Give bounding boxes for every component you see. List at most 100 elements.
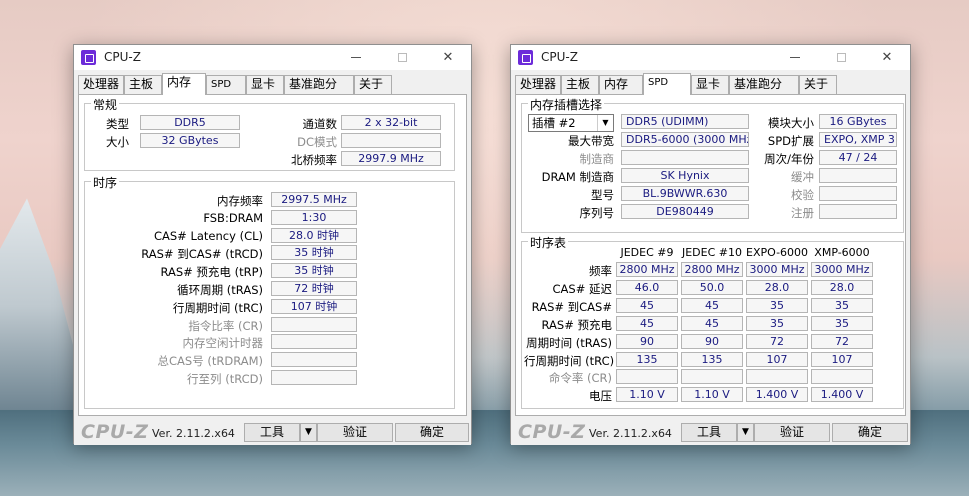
tab-mainboard[interactable]: 主板 bbox=[124, 75, 162, 94]
tab-spd[interactable]: SPD bbox=[206, 75, 246, 94]
tab-graphics[interactable]: 显卡 bbox=[691, 75, 729, 94]
tab-cpu[interactable]: 处理器 bbox=[515, 75, 561, 94]
slot-group: 内存插槽选择 插槽 #2 ▼ DDR5 (UDIMM) 最大带宽 DDR5-60… bbox=[521, 96, 904, 233]
timings-heading: 时序 bbox=[91, 174, 120, 191]
timing-label: 循环周期 (tRAS) bbox=[177, 283, 263, 297]
timing-cell: 107 bbox=[746, 351, 808, 367]
module-type-value: DDR5 (UDIMM) bbox=[621, 114, 749, 129]
tab-bench[interactable]: 基准跑分 bbox=[729, 75, 799, 94]
ok-button[interactable]: 确定 bbox=[395, 423, 469, 442]
close-button[interactable]: ✕ bbox=[425, 45, 471, 70]
validate-button[interactable]: 验证 bbox=[317, 423, 393, 442]
timing-column-header: JEDEC #10 bbox=[681, 246, 742, 259]
nb-freq-label: 北桥频率 bbox=[291, 153, 337, 167]
timing-cell: 35 bbox=[811, 315, 873, 331]
timing-value: 35 时钟 bbox=[271, 245, 357, 261]
timing-label: 内存空闲计时器 bbox=[182, 336, 264, 351]
dropdown-arrow-icon: ▼ bbox=[305, 427, 312, 437]
timing-cell: 35 bbox=[746, 297, 808, 313]
timing-cell: 1.400 V bbox=[811, 387, 873, 403]
close-icon: ✕ bbox=[442, 50, 454, 65]
tab-memory[interactable]: 内存 bbox=[162, 73, 206, 95]
tools-button[interactable]: 工具 bbox=[244, 423, 300, 442]
cpuz-logo: CPU-Z bbox=[81, 421, 149, 443]
manufacturer-label: 制造商 bbox=[579, 152, 615, 166]
tools-dropdown-button[interactable]: ▼ bbox=[300, 423, 317, 442]
timing-cell: 3000 MHz bbox=[811, 262, 873, 277]
timing-column-header: EXPO-6000 bbox=[746, 246, 809, 259]
bottom-bar: CPU-Z Ver. 2.11.2.x64 工具 ▼ 验证 确定 bbox=[74, 419, 471, 445]
timing-cell: 72 bbox=[746, 333, 808, 349]
timing-column-header: JEDEC #9 bbox=[620, 246, 674, 259]
validate-button[interactable]: 验证 bbox=[754, 423, 830, 442]
tools-button[interactable]: 工具 bbox=[681, 423, 737, 442]
title-bar[interactable]: CPU-Z ✕ bbox=[74, 45, 471, 70]
max-bandwidth-value: DDR5-6000 (3000 MHz) bbox=[621, 132, 749, 147]
cpuz-logo: CPU-Z bbox=[518, 421, 586, 443]
timing-row-label: 电压 bbox=[589, 389, 612, 404]
general-heading: 常规 bbox=[91, 96, 120, 113]
timing-label: 指令比率 (CR) bbox=[188, 318, 263, 333]
week-year-label: 周次/年份 bbox=[764, 152, 814, 166]
timing-cell: 2800 MHz bbox=[681, 262, 743, 277]
channels-label: 通道数 bbox=[302, 117, 338, 131]
timing-cell bbox=[746, 369, 808, 385]
tab-memory[interactable]: 内存 bbox=[599, 75, 643, 94]
window-title: CPU-Z bbox=[541, 50, 578, 64]
timing-cell bbox=[616, 369, 678, 385]
window-title: CPU-Z bbox=[104, 50, 141, 64]
maximize-button bbox=[379, 45, 425, 70]
close-button[interactable]: ✕ bbox=[864, 45, 910, 70]
timing-cell: 45 bbox=[681, 315, 743, 331]
slot-heading: 内存插槽选择 bbox=[528, 96, 605, 113]
timing-cell: 72 bbox=[811, 333, 873, 349]
minimize-button[interactable] bbox=[333, 45, 379, 70]
maximize-icon bbox=[836, 53, 846, 62]
size-label: 大小 bbox=[106, 135, 129, 149]
title-bar[interactable]: CPU-Z ✕ bbox=[511, 45, 910, 70]
registered-value bbox=[819, 204, 897, 219]
maximize-icon bbox=[397, 53, 407, 62]
tools-dropdown-button[interactable]: ▼ bbox=[737, 423, 754, 442]
timing-cell: 28.0 bbox=[746, 279, 808, 295]
cpuz-app-icon bbox=[518, 50, 533, 65]
timing-value: 35 时钟 bbox=[271, 263, 357, 279]
tab-bench[interactable]: 基准跑分 bbox=[284, 75, 354, 94]
timing-column-header: XMP-6000 bbox=[814, 246, 870, 259]
serial-value: DE980449 bbox=[621, 204, 749, 219]
timing-value: 2997.5 MHz bbox=[271, 192, 357, 207]
cpuz-window-spd[interactable]: CPU-Z ✕ 处理器 主板 内存 SPD 显卡 基准跑分 关于 内存插槽选择 … bbox=[510, 44, 911, 445]
timing-cell: 90 bbox=[681, 333, 743, 349]
timing-row-label: RAS# 到CAS# bbox=[531, 299, 612, 314]
cpuz-window-memory[interactable]: CPU-Z ✕ 处理器 主板 内存 SPD 显卡 基准跑分 关于 常规 类型 D… bbox=[73, 44, 472, 445]
tab-spd[interactable]: SPD bbox=[643, 73, 691, 95]
tab-graphics[interactable]: 显卡 bbox=[246, 75, 284, 94]
tab-about[interactable]: 关于 bbox=[354, 75, 392, 94]
ok-button[interactable]: 确定 bbox=[832, 423, 908, 442]
correction-label: 校验 bbox=[791, 188, 814, 202]
timing-cell bbox=[811, 369, 873, 385]
general-group: 常规 类型 DDR5 大小 32 GBytes 通道数 2 x 32-bit D… bbox=[84, 96, 455, 171]
timing-cell: 90 bbox=[616, 333, 678, 349]
tab-cpu[interactable]: 处理器 bbox=[78, 75, 124, 94]
chevron-down-icon: ▼ bbox=[597, 115, 613, 131]
slot-select[interactable]: 插槽 #2 ▼ bbox=[528, 114, 614, 132]
timing-label: 内存频率 bbox=[217, 194, 263, 208]
timing-value bbox=[271, 370, 357, 385]
timing-label: RAS# 到CAS# (tRCD) bbox=[141, 247, 263, 262]
timing-row-label: 周期时间 (tRAS) bbox=[526, 335, 612, 350]
timing-row-label: 频率 bbox=[589, 264, 612, 278]
tab-mainboard[interactable]: 主板 bbox=[561, 75, 599, 94]
tab-about[interactable]: 关于 bbox=[799, 75, 837, 94]
buffered-value bbox=[819, 168, 897, 183]
cpuz-app-icon bbox=[81, 50, 96, 65]
dc-mode-value bbox=[341, 133, 441, 148]
week-year-value: 47 / 24 bbox=[819, 150, 897, 165]
spd-ext-label: SPD扩展 bbox=[767, 134, 814, 148]
dc-mode-label: DC模式 bbox=[297, 135, 337, 149]
minimize-button[interactable] bbox=[772, 45, 818, 70]
timing-value bbox=[271, 316, 357, 332]
timing-cell bbox=[681, 369, 743, 385]
timing-row-label: 命令率 (CR) bbox=[548, 371, 612, 386]
slot-selected-value: 插槽 #2 bbox=[532, 116, 576, 130]
